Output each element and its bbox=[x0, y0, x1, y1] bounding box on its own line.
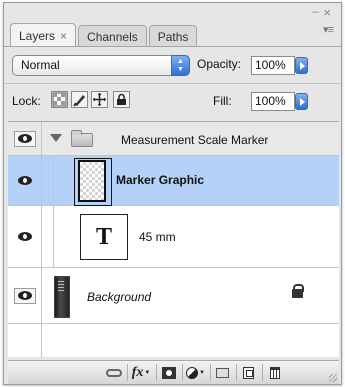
delete-layer-icon bbox=[269, 366, 280, 379]
layer-indent bbox=[42, 156, 54, 205]
tab-paths-label: Paths bbox=[157, 29, 189, 44]
layer-name: 45 mm bbox=[139, 230, 176, 244]
tab-channels[interactable]: Channels bbox=[78, 25, 147, 47]
eye-icon bbox=[17, 232, 32, 241]
layer-name: Background bbox=[87, 290, 152, 304]
tab-close-icon[interactable]: × bbox=[60, 29, 67, 43]
lock-position-icon[interactable] bbox=[91, 91, 108, 108]
resize-grip-icon[interactable] bbox=[329, 374, 337, 382]
opacity-label: Opacity: bbox=[197, 57, 242, 71]
disclosure-triangle-icon[interactable] bbox=[50, 134, 62, 142]
tab-channels-label: Channels bbox=[87, 29, 138, 44]
link-layers-icon bbox=[106, 368, 122, 377]
layers-empty-area bbox=[8, 324, 339, 358]
layer-mask-icon bbox=[161, 366, 176, 379]
opacity-arrow-icon[interactable] bbox=[295, 57, 308, 74]
eye-box bbox=[13, 130, 36, 147]
layers-toolbar: fx ▼ ▼ bbox=[8, 360, 339, 384]
divider bbox=[4, 83, 341, 84]
fill-label: Fill: bbox=[213, 94, 232, 108]
delete-layer-button[interactable] bbox=[262, 364, 286, 381]
lock-image-pixels-icon[interactable] bbox=[71, 91, 88, 108]
link-layers-button[interactable] bbox=[102, 364, 126, 381]
layer-row-selected[interactable]: Marker Graphic bbox=[8, 156, 339, 206]
layer-style-button[interactable]: fx ▼ bbox=[127, 364, 154, 381]
window-controls: – × ▾≡ bbox=[305, 4, 335, 36]
panel-tabs: Layers × Channels Paths bbox=[10, 23, 199, 47]
collapse-panel-icon[interactable]: – bbox=[312, 4, 319, 18]
visibility-toggle[interactable] bbox=[8, 122, 42, 155]
opacity-field[interactable]: 100% bbox=[251, 56, 295, 75]
panel-menu-icon[interactable]: ▾≡ bbox=[323, 23, 334, 36]
lock-all-icon[interactable] bbox=[113, 91, 130, 108]
visibility-toggle[interactable] bbox=[8, 156, 42, 205]
eye-icon bbox=[17, 176, 32, 185]
fill-field[interactable]: 100% bbox=[251, 92, 295, 111]
visibility-toggle[interactable] bbox=[8, 206, 42, 267]
lock-fill-row: Lock: Fill: 100% bbox=[12, 89, 333, 113]
close-panel-icon[interactable]: × bbox=[323, 5, 331, 20]
adjustment-layer-button[interactable]: ▼ bbox=[182, 364, 208, 381]
new-group-icon bbox=[216, 367, 229, 378]
new-group-button[interactable] bbox=[210, 364, 234, 381]
lock-icon bbox=[292, 284, 304, 298]
layer-row-background[interactable]: Background bbox=[8, 268, 339, 324]
tab-layers[interactable]: Layers × bbox=[10, 23, 77, 47]
new-layer-icon bbox=[243, 366, 254, 379]
blend-opacity-row: Normal ▲ ▼ Opacity: 100% bbox=[12, 55, 333, 77]
blend-mode-value: Normal bbox=[21, 58, 60, 72]
eye-column bbox=[8, 324, 42, 358]
layers-panel: – × ▾≡ Layers × Channels Paths Normal ▲ ▼… bbox=[3, 2, 342, 385]
layer-group-row[interactable]: Measurement Scale Marker bbox=[8, 122, 339, 156]
eye-icon bbox=[17, 134, 32, 143]
select-arrows-icon: ▲ ▼ bbox=[171, 55, 190, 76]
fill-arrow-icon[interactable] bbox=[295, 93, 308, 110]
folder-icon bbox=[71, 130, 93, 147]
layer-thumbnail bbox=[74, 158, 112, 206]
adjustment-layer-icon bbox=[186, 366, 199, 379]
visibility-toggle[interactable] bbox=[8, 268, 42, 323]
lock-label: Lock: bbox=[12, 94, 41, 108]
tab-layers-label: Layers bbox=[19, 28, 56, 43]
layers-list: Measurement Scale Marker Marker Graphic … bbox=[8, 121, 339, 358]
layer-style-icon: fx bbox=[131, 364, 144, 380]
eye-box bbox=[13, 287, 36, 304]
layer-thumbnail bbox=[54, 276, 70, 318]
new-layer-button[interactable] bbox=[236, 364, 260, 381]
eye-icon bbox=[17, 291, 32, 300]
layer-name: Marker Graphic bbox=[116, 173, 205, 187]
tab-divider bbox=[4, 46, 341, 47]
layer-name: Measurement Scale Marker bbox=[121, 133, 269, 147]
lock-transparent-pixels-icon[interactable] bbox=[51, 91, 68, 108]
blend-mode-select[interactable]: Normal ▲ ▼ bbox=[12, 55, 190, 76]
tab-paths[interactable]: Paths bbox=[148, 25, 198, 47]
layer-indent bbox=[42, 206, 54, 267]
layer-mask-button[interactable] bbox=[156, 364, 180, 381]
layer-row[interactable]: T 45 mm bbox=[8, 206, 339, 268]
text-layer-icon: T bbox=[80, 214, 128, 260]
